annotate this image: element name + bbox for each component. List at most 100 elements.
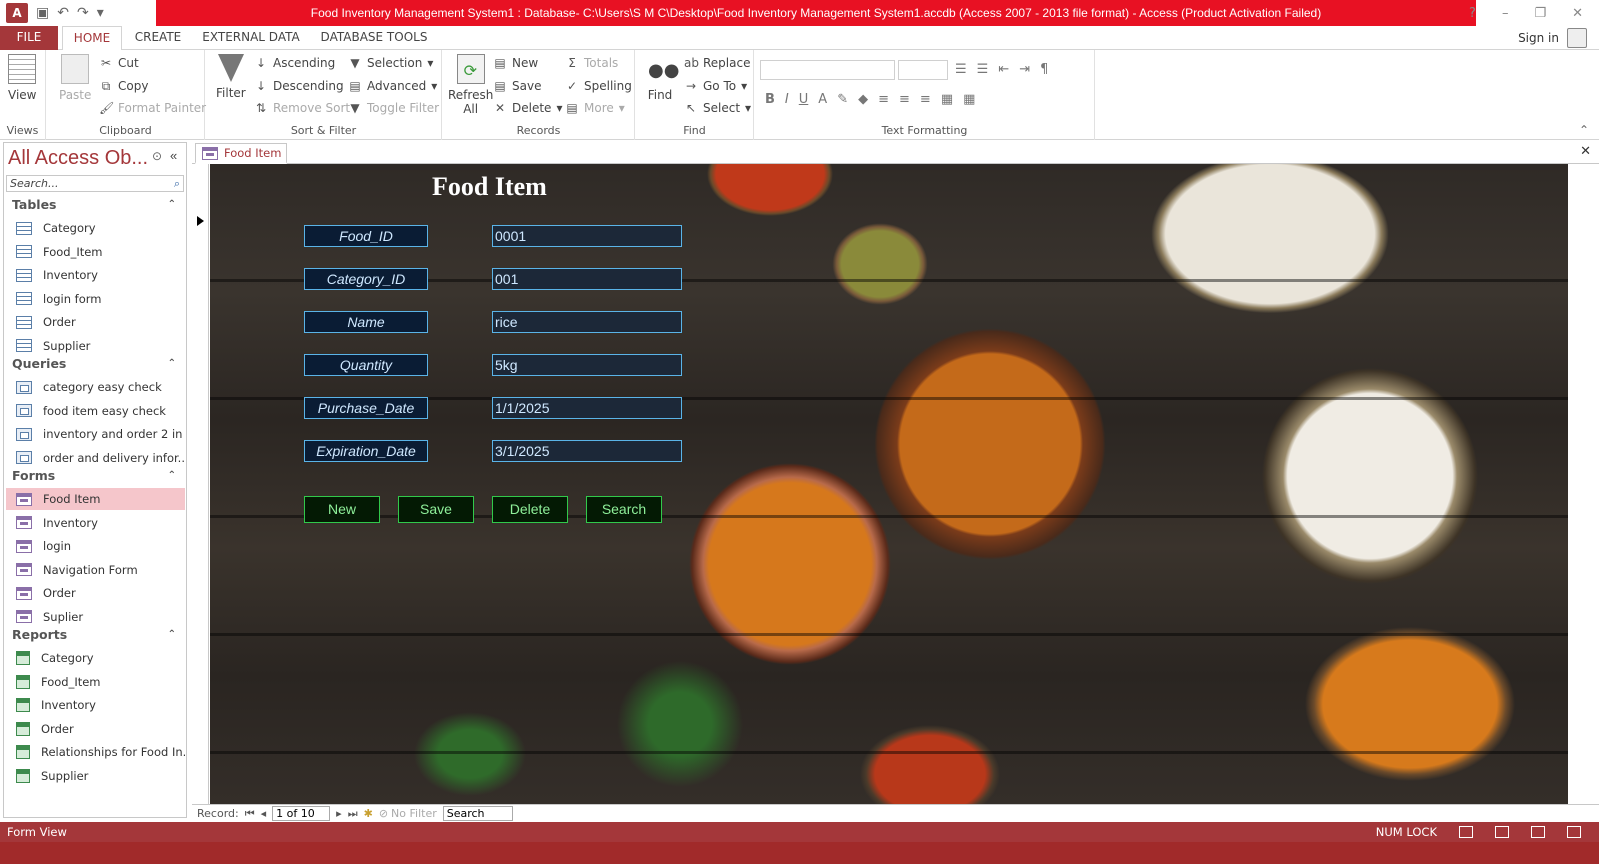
nav-item-login[interactable]: login [6, 535, 185, 557]
sign-in[interactable]: Sign in [1518, 26, 1587, 50]
record-search-input[interactable]: Search [442, 806, 513, 821]
tab-database-tools[interactable]: DATABASE TOOLS [314, 26, 434, 50]
collapse-section-icon[interactable]: ⌃ [168, 625, 176, 645]
align-left-icon[interactable]: ≡ [878, 92, 889, 107]
background-color-icon[interactable]: ▦ [941, 92, 953, 107]
previous-record-icon[interactable]: ◂ [261, 807, 267, 820]
tab-external-data[interactable]: EXTERNAL DATA [196, 26, 306, 50]
nav-item-category-easy-check[interactable]: category easy check [6, 376, 185, 398]
new-button[interactable]: New [304, 496, 380, 523]
totals-button[interactable]: Σ Totals [565, 53, 618, 73]
nav-item-login-form[interactable]: login form [6, 288, 185, 310]
nav-section-queries[interactable]: Queries ⌃ [4, 354, 186, 374]
font-color-icon[interactable]: A [818, 92, 827, 107]
minimize-button[interactable]: – [1502, 6, 1509, 21]
paste-button[interactable]: Paste [59, 54, 91, 102]
nav-section-tables[interactable]: Tables ⌃ [4, 195, 186, 215]
font-size-combo[interactable] [898, 60, 948, 80]
more-button[interactable]: ▤ More ▾ [565, 98, 624, 118]
nav-pane-header[interactable]: All Access Ob... ⊙ « [4, 143, 186, 173]
collapse-section-icon[interactable]: ⌃ [168, 466, 176, 486]
collapse-section-icon[interactable]: ⌃ [168, 195, 176, 215]
quantity-field[interactable]: 5kg [492, 354, 682, 376]
new-record-button[interactable]: ▤ New [493, 53, 538, 73]
redo-icon[interactable]: ↷ [77, 5, 89, 21]
help-button[interactable]: ? [1469, 6, 1476, 21]
shutter-bar-close-icon[interactable]: « [170, 148, 177, 163]
record-selector[interactable] [192, 164, 209, 804]
paragraph-icon[interactable]: ¶ [1040, 62, 1048, 77]
purchase-date-field[interactable]: 1/1/2025 [492, 397, 682, 419]
format-painter-button[interactable]: 🖌 Format Painter [99, 98, 206, 118]
collapse-section-icon[interactable]: ⌃ [168, 354, 176, 374]
goto-button[interactable]: → Go To ▾ [684, 76, 747, 96]
search-button[interactable]: Search [586, 496, 662, 523]
delete-button[interactable]: Delete [492, 496, 568, 523]
search-icon[interactable]: ⌕ [174, 177, 180, 191]
tab-create[interactable]: CREATE [128, 26, 188, 50]
nav-item-food-item[interactable]: Food Item [6, 488, 185, 510]
cut-button[interactable]: ✂ Cut [99, 53, 139, 73]
toggle-filter-button[interactable]: ▼ Toggle Filter [348, 98, 439, 118]
nav-item-food-item[interactable]: Food_Item [6, 671, 185, 693]
layout-view-icon[interactable] [1531, 826, 1545, 838]
nav-menu-icon[interactable]: ⊙ [152, 149, 162, 163]
decrease-indent-icon[interactable]: ⇤ [998, 62, 1009, 77]
close-document-icon[interactable]: ✕ [1580, 144, 1591, 159]
nav-item-food-item[interactable]: Food_Item [6, 241, 185, 263]
ascending-button[interactable]: ↓ Ascending [254, 53, 335, 73]
nav-item-category[interactable]: Category [6, 217, 185, 239]
nav-item-inventory[interactable]: Inventory [6, 512, 185, 534]
tab-food-item[interactable]: Food Item [195, 143, 287, 164]
no-filter-indicator[interactable]: ⊘ No Filter [379, 807, 437, 820]
form-view-icon[interactable] [1459, 826, 1473, 838]
close-button[interactable]: ✕ [1572, 6, 1583, 21]
last-record-icon[interactable]: ⏭ [348, 807, 358, 821]
nav-item-inventory-and-order-2-in[interactable]: inventory and order 2 in ... [6, 423, 185, 445]
gridlines-icon[interactable]: ▦ [963, 92, 975, 107]
fill-color-icon[interactable]: ◆ [858, 92, 868, 107]
sign-in-label[interactable]: Sign in [1518, 31, 1559, 45]
select-button[interactable]: ↖ Select ▾ [684, 98, 751, 118]
save-record-button[interactable]: ▤ Save [493, 76, 541, 96]
food-id-field[interactable]: 0001 [492, 225, 682, 247]
bullets-icon[interactable]: ☰ [955, 62, 967, 77]
nav-item-order[interactable]: Order [6, 718, 185, 740]
datasheet-view-icon[interactable] [1495, 826, 1509, 838]
first-record-icon[interactable]: ⏮ [245, 807, 255, 821]
nav-section-reports[interactable]: Reports ⌃ [4, 625, 186, 645]
refresh-all-button[interactable]: ⟳ Refresh All [448, 54, 493, 116]
highlight-icon[interactable]: ✎ [837, 92, 848, 107]
numbering-icon[interactable]: ☰ [977, 62, 989, 77]
advanced-button[interactable]: ▤ Advanced ▾ [348, 76, 437, 96]
name-field[interactable]: rice [492, 311, 682, 333]
nav-section-forms[interactable]: Forms ⌃ [4, 466, 186, 486]
view-button[interactable]: View [8, 54, 36, 102]
customize-qat-icon[interactable]: ▾ [97, 5, 104, 21]
delete-record-button[interactable]: ✕ Delete ▾ [493, 98, 563, 118]
selection-button[interactable]: ▼ Selection ▾ [348, 53, 433, 73]
undo-icon[interactable]: ↶ [57, 5, 69, 21]
nav-item-supplier[interactable]: Supplier [6, 765, 185, 787]
nav-item-inventory[interactable]: Inventory [6, 264, 185, 286]
nav-item-inventory[interactable]: Inventory [6, 694, 185, 716]
nav-item-food-item-easy-check[interactable]: food item easy check [6, 400, 185, 422]
new-blank-record-icon[interactable]: ✱ [364, 807, 373, 820]
align-right-icon[interactable]: ≡ [920, 92, 931, 107]
tab-home[interactable]: HOME [62, 26, 122, 51]
tab-file[interactable]: FILE [0, 26, 58, 50]
find-button[interactable]: ●● Find [646, 54, 680, 102]
nav-item-relationships-for-food-in[interactable]: Relationships for Food In... [6, 741, 185, 763]
font-name-combo[interactable] [760, 60, 895, 80]
filter-button[interactable]: Filter [216, 54, 246, 100]
descending-button[interactable]: ↓ Descending [254, 76, 344, 96]
next-record-icon[interactable]: ▸ [336, 807, 342, 820]
expiration-date-field[interactable]: 3/1/2025 [492, 440, 682, 462]
nav-search-input[interactable]: Search... [6, 175, 184, 192]
spelling-button[interactable]: ✓ Spelling [565, 76, 632, 96]
nav-item-category[interactable]: Category [6, 647, 185, 669]
record-position-input[interactable]: 1 of 10 [272, 806, 331, 821]
nav-item-order[interactable]: Order [6, 311, 185, 333]
copy-button[interactable]: ⧉ Copy [99, 76, 149, 96]
collapse-ribbon-icon[interactable]: ⌃ [1579, 123, 1589, 137]
